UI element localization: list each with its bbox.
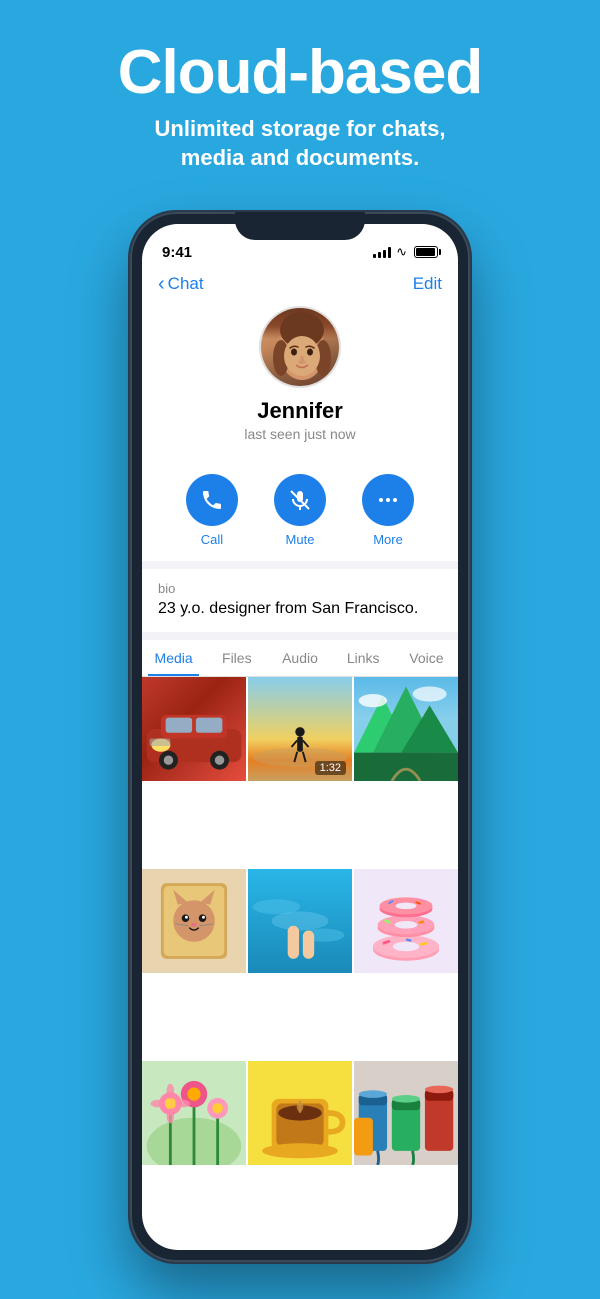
phone-notch xyxy=(235,212,365,240)
bio-text: 23 y.o. designer from San Francisco. xyxy=(158,600,442,618)
back-label: Chat xyxy=(168,274,204,294)
more-label: More xyxy=(373,532,403,547)
media-item-mountains[interactable] xyxy=(354,677,458,781)
hero-section: Cloud-based Unlimited storage for chats,… xyxy=(0,0,600,192)
more-action[interactable]: More xyxy=(362,474,414,547)
nav-bar: ‹ Chat Edit xyxy=(142,268,458,302)
bio-label: bio xyxy=(158,581,442,596)
tab-media[interactable]: Media xyxy=(142,640,205,676)
signal-icon xyxy=(373,246,391,258)
profile-section: Jennifer last seen just now xyxy=(142,302,458,458)
mute-button-circle xyxy=(274,474,326,526)
hero-title: Cloud-based xyxy=(30,40,570,105)
mute-label: Mute xyxy=(286,532,315,547)
avatar-image xyxy=(261,308,339,386)
call-button-circle xyxy=(186,474,238,526)
media-item-toast[interactable] xyxy=(142,869,246,973)
media-item-flowers[interactable] xyxy=(142,1061,246,1165)
back-button[interactable]: ‹ Chat xyxy=(158,274,204,294)
section-divider-2 xyxy=(142,632,458,640)
back-chevron-icon: ‹ xyxy=(158,274,165,294)
avatar xyxy=(259,306,341,388)
tab-audio[interactable]: Audio xyxy=(268,640,331,676)
call-action[interactable]: Call xyxy=(186,474,238,547)
wifi-icon: ∿ xyxy=(396,244,407,260)
tab-links[interactable]: Links xyxy=(332,640,395,676)
phone-mockup: 9:41 ∿ ‹ Cha xyxy=(130,212,470,1262)
edit-button[interactable]: Edit xyxy=(413,274,442,294)
section-divider-1 xyxy=(142,561,458,569)
phone-screen: 9:41 ∿ ‹ Cha xyxy=(142,224,458,1250)
phone-frame: 9:41 ∿ ‹ Cha xyxy=(130,212,470,1262)
battery-icon xyxy=(414,246,438,258)
action-buttons: Call Mute xyxy=(142,458,458,561)
call-label: Call xyxy=(201,532,223,547)
media-tabs: Media Files Audio Links Voice xyxy=(142,640,458,677)
bio-section: bio 23 y.o. designer from San Francisco. xyxy=(142,569,458,632)
media-item-pool[interactable] xyxy=(248,869,352,973)
profile-status: last seen just now xyxy=(244,426,355,442)
media-item-paint[interactable] xyxy=(354,1061,458,1165)
tab-files[interactable]: Files xyxy=(205,640,268,676)
profile-name: Jennifer xyxy=(257,398,343,424)
more-button-circle xyxy=(362,474,414,526)
media-item-car[interactable] xyxy=(142,677,246,781)
mute-action[interactable]: Mute xyxy=(274,474,326,547)
media-grid: 1:32 xyxy=(142,677,458,1250)
media-item-beach[interactable]: 1:32 xyxy=(248,677,352,781)
media-item-donuts[interactable] xyxy=(354,869,458,973)
video-duration: 1:32 xyxy=(315,761,346,775)
hero-subtitle: Unlimited storage for chats,media and do… xyxy=(30,115,570,172)
status-icons: ∿ xyxy=(373,244,438,260)
media-item-coffee[interactable] xyxy=(248,1061,352,1165)
tab-voice[interactable]: Voice xyxy=(395,640,458,676)
status-time: 9:41 xyxy=(162,244,192,261)
